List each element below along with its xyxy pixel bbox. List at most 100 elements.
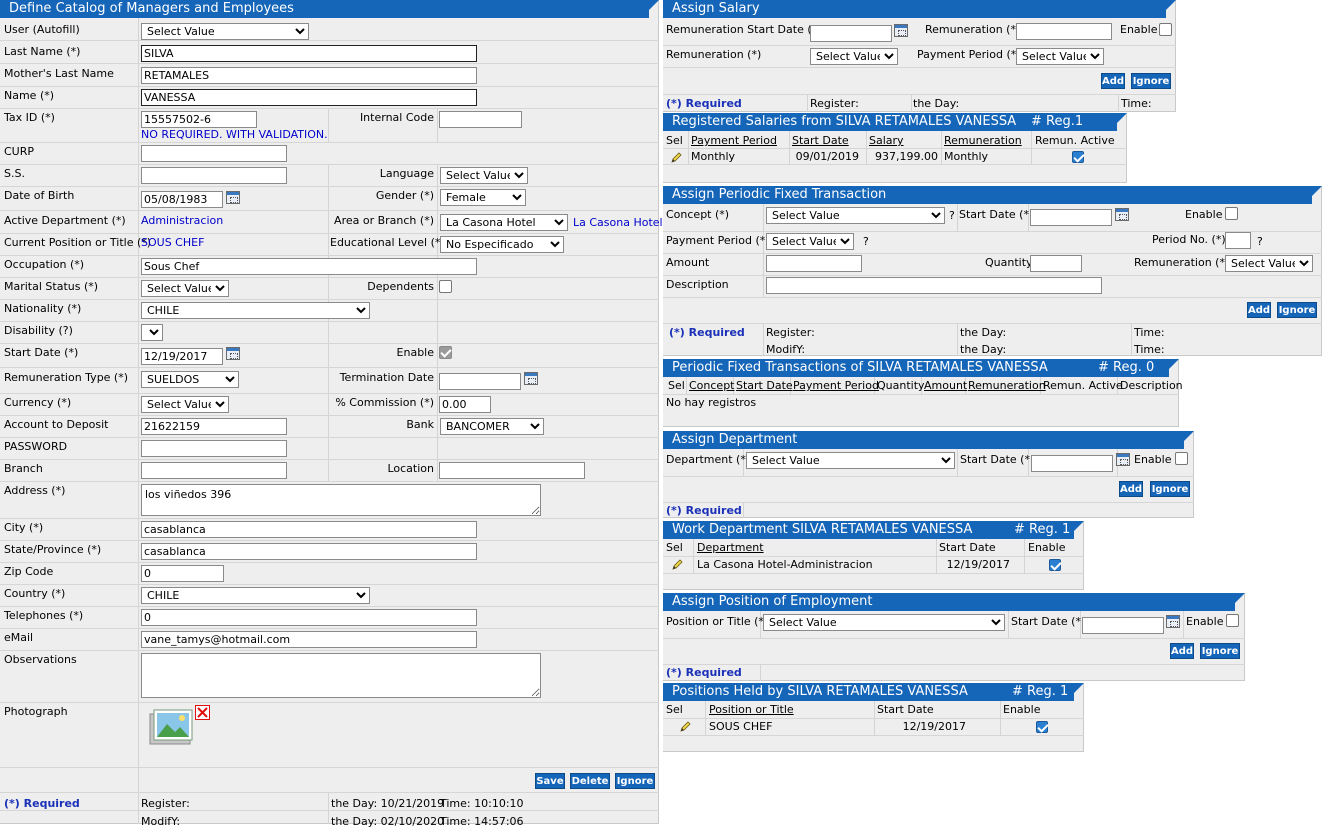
observations-field[interactable] — [141, 653, 541, 698]
col-payment-period[interactable]: Payment Period — [793, 378, 879, 394]
quantity-field[interactable] — [1030, 255, 1082, 272]
col-remuneration[interactable]: Remuneration — [944, 133, 1022, 149]
amount-field[interactable] — [766, 255, 862, 272]
zip-field[interactable] — [141, 565, 224, 582]
start-date-field[interactable] — [141, 348, 223, 365]
col-salary[interactable]: Salary — [869, 133, 904, 149]
enable-checkbox[interactable] — [1225, 207, 1238, 220]
edit-pencil-icon[interactable] — [671, 559, 683, 571]
enable-checkbox[interactable] — [1159, 23, 1172, 36]
delete-button[interactable]: Delete — [570, 773, 610, 789]
calendar-icon[interactable] — [1116, 453, 1130, 466]
account-field[interactable] — [141, 418, 287, 435]
email-field[interactable] — [141, 631, 477, 648]
edu-select[interactable]: No Especificado — [440, 236, 564, 253]
enable-checkbox[interactable] — [1175, 452, 1188, 465]
gender-select[interactable]: Female — [440, 189, 526, 206]
calendar-icon[interactable] — [226, 347, 240, 360]
col-department[interactable]: Department — [697, 540, 764, 556]
remuneration-field[interactable] — [1016, 23, 1112, 40]
nationality-select[interactable]: CHILE — [141, 302, 370, 319]
area-select[interactable]: La Casona Hotel — [440, 214, 568, 231]
location-field[interactable] — [439, 462, 585, 479]
enable-checkbox[interactable] — [1226, 614, 1239, 627]
col-position[interactable]: Position or Title — [709, 702, 794, 718]
edit-pencil-icon[interactable] — [679, 721, 691, 733]
telephones-field[interactable] — [141, 609, 477, 626]
pay-period-select[interactable]: Select Value — [766, 233, 854, 250]
pay-period-select[interactable]: Select Value — [1016, 48, 1104, 65]
add-button[interactable]: Add — [1101, 73, 1125, 89]
ss-field[interactable] — [141, 167, 287, 184]
save-button[interactable]: Save — [535, 773, 565, 789]
enable-checkbox[interactable] — [1049, 559, 1061, 571]
remuneration-select[interactable]: Select Value — [1225, 255, 1313, 272]
dependents-checkbox[interactable] — [439, 280, 452, 293]
dob-field[interactable] — [141, 191, 223, 208]
branch-field[interactable] — [141, 462, 287, 479]
position-select[interactable]: Select Value — [763, 614, 1005, 631]
commission-field[interactable] — [439, 396, 491, 413]
enable-checkbox[interactable] — [439, 346, 452, 359]
rem-type-select[interactable]: SUELDOS — [141, 371, 239, 388]
calendar-icon[interactable] — [894, 24, 908, 37]
remuneration-select[interactable]: Select Value — [810, 48, 898, 65]
remuneration-label: Remuneration (*) — [1134, 256, 1230, 269]
password-field[interactable] — [141, 440, 287, 457]
state-field[interactable] — [141, 543, 477, 560]
mothers-last-name-field[interactable] — [141, 67, 477, 84]
tax-id-field[interactable] — [141, 111, 257, 128]
start-date-field[interactable] — [1031, 455, 1113, 472]
country-select[interactable]: CHILE — [141, 587, 370, 604]
ignore-button[interactable]: Ignore — [1277, 302, 1317, 318]
ignore-button[interactable]: Ignore — [1131, 73, 1171, 89]
language-select[interactable]: Select Value — [440, 167, 528, 184]
concept-select[interactable]: Select Value — [766, 207, 945, 224]
panel-title: Define Catalog of Managers and Employees — [0, 0, 659, 18]
enable-checkbox[interactable] — [1036, 721, 1048, 733]
period-no-field[interactable] — [1225, 232, 1251, 249]
add-button[interactable]: Add — [1119, 481, 1143, 497]
address-field[interactable]: los viñedos 396 — [141, 484, 541, 516]
occupation-field[interactable] — [141, 258, 477, 275]
help-icon[interactable]: ? — [863, 235, 869, 248]
description-field[interactable] — [766, 277, 1102, 294]
calendar-icon[interactable] — [524, 372, 538, 385]
internal-code-field[interactable] — [439, 111, 522, 128]
add-button[interactable]: Add — [1247, 302, 1271, 318]
remun-active-checkbox[interactable] — [1072, 151, 1084, 163]
edit-pencil-icon[interactable] — [670, 152, 682, 164]
help-icon[interactable]: ? — [949, 209, 955, 222]
help-icon[interactable]: ? — [1257, 235, 1263, 248]
termination-date-field[interactable] — [439, 373, 521, 390]
col-amount[interactable]: Amount — [924, 378, 967, 394]
calendar-icon[interactable] — [1115, 208, 1129, 221]
area-link[interactable]: La Casona Hotel — [573, 216, 663, 229]
ignore-button[interactable]: Ignore — [1200, 643, 1240, 659]
curp-field[interactable] — [141, 145, 287, 162]
col-concept[interactable]: Concept — [689, 378, 735, 394]
marital-select[interactable]: Select Value — [141, 280, 229, 297]
col-start-date[interactable]: Start Date — [792, 133, 849, 149]
name-field[interactable] — [141, 89, 477, 106]
user-select[interactable]: Select Value — [141, 23, 309, 40]
currency-select[interactable]: Select Value — [141, 396, 229, 413]
ignore-button[interactable]: Ignore — [615, 773, 655, 789]
col-payment-period[interactable]: Payment Period — [691, 133, 777, 149]
calendar-icon[interactable] — [226, 191, 240, 204]
add-button[interactable]: Add — [1170, 643, 1194, 659]
ignore-button[interactable]: Ignore — [1150, 481, 1190, 497]
bank-select[interactable]: BANCOMER — [440, 418, 544, 435]
start-date-field[interactable] — [1030, 209, 1112, 226]
last-name-field[interactable] — [141, 45, 477, 62]
start-date-field[interactable] — [1082, 617, 1164, 634]
department-select[interactable]: Select Value — [746, 452, 955, 469]
col-remuneration[interactable]: Remuneration — [968, 378, 1046, 394]
col-start-date[interactable]: Start Date — [736, 378, 793, 394]
rem-start-field[interactable] — [810, 25, 892, 42]
rem-type-label: Remuneration Type (*) — [4, 371, 129, 384]
delete-photo-icon[interactable] — [195, 705, 210, 720]
city-field[interactable] — [141, 521, 477, 538]
calendar-icon[interactable] — [1166, 615, 1180, 628]
disability-select[interactable] — [141, 324, 163, 341]
